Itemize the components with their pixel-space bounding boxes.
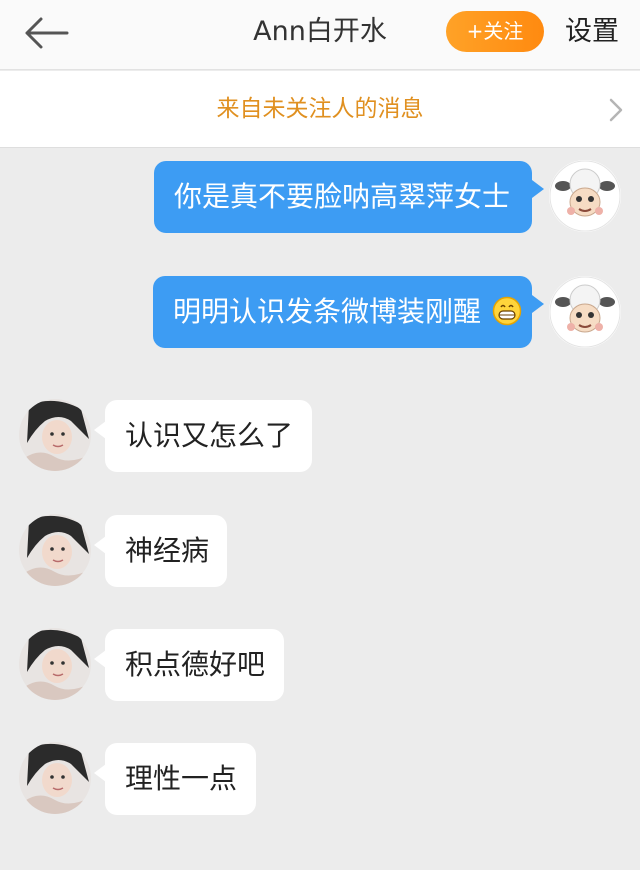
contact-avatar[interactable] [19, 742, 91, 814]
incoming-message-bubble[interactable]: 神经病 [105, 515, 227, 587]
message-text: 你是真不要脸呐高翠萍女士 [174, 180, 511, 213]
incoming-message-bubble[interactable]: 认识又怎么了 [105, 400, 312, 472]
my-avatar[interactable] [549, 160, 621, 232]
settings-button[interactable]: 设置 [560, 14, 624, 50]
user-photo-icon [19, 742, 91, 814]
sheep-avatar-icon [549, 160, 621, 232]
message-text: 认识又怎么了 [125, 419, 294, 452]
message-text: 积点德好吧 [125, 648, 266, 681]
message-text: 明明认识发条微博装刚醒 [173, 295, 482, 328]
sheep-avatar-icon [549, 276, 621, 348]
chat-title: Ann白开水 [253, 16, 387, 47]
chevron-right-icon [609, 98, 623, 122]
my-avatar[interactable] [549, 276, 621, 348]
outgoing-message-bubble[interactable]: 明明认识发条微博装刚醒 [153, 276, 532, 348]
user-photo-icon [19, 628, 91, 700]
user-photo-icon [19, 399, 91, 471]
stranger-message-notice[interactable]: 来自未关注人的消息 [0, 71, 640, 148]
back-button[interactable] [20, 12, 72, 54]
notice-text: 来自未关注人的消息 [216, 96, 424, 122]
contact-avatar[interactable] [19, 514, 91, 586]
user-photo-icon [19, 514, 91, 586]
top-bar: Ann白开水 +关注 设置 [0, 0, 640, 70]
outgoing-message-bubble[interactable]: 你是真不要脸呐高翠萍女士 [154, 161, 532, 233]
contact-avatar[interactable] [19, 399, 91, 471]
grinning-face-emoji-icon [492, 296, 522, 326]
bubble-tail [532, 295, 544, 313]
incoming-message-bubble[interactable]: 理性一点 [105, 743, 256, 815]
follow-button[interactable]: +关注 [446, 11, 544, 52]
message-text: 理性一点 [125, 762, 238, 795]
incoming-message-bubble[interactable]: 积点德好吧 [105, 629, 284, 701]
bubble-tail [532, 180, 544, 198]
back-arrow-icon [25, 17, 69, 49]
contact-avatar[interactable] [19, 628, 91, 700]
message-text: 神经病 [125, 534, 210, 567]
